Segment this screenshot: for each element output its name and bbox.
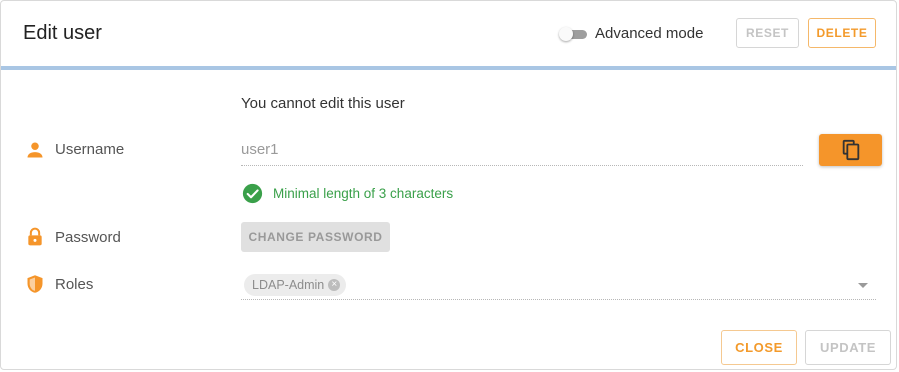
roles-dropdown-arrow-icon[interactable] <box>858 283 868 288</box>
change-password-button[interactable]: CHANGE PASSWORD <box>241 222 390 252</box>
role-chip-label: LDAP-Admin <box>252 278 325 292</box>
username-underline <box>241 164 803 166</box>
dialog-header: Edit user Advanced mode RESET DELETE <box>1 1 896 66</box>
roles-underline <box>241 298 876 300</box>
advanced-mode-toggle[interactable] <box>559 27 587 41</box>
close-button[interactable]: CLOSE <box>721 330 797 365</box>
roles-label: Roles <box>55 276 94 293</box>
username-input[interactable]: user1 <box>241 141 279 158</box>
check-circle-icon <box>242 183 263 204</box>
edit-user-dialog: Edit user Advanced mode RESET DELETE You… <box>0 0 897 370</box>
chip-remove-icon[interactable]: × <box>328 279 341 291</box>
delete-button[interactable]: DELETE <box>808 18 876 48</box>
password-label: Password <box>55 229 121 246</box>
header-divider <box>1 66 896 70</box>
update-button[interactable]: UPDATE <box>805 330 891 365</box>
role-chip[interactable]: LDAP-Admin × <box>244 274 347 296</box>
username-label: Username <box>55 141 125 158</box>
dialog-title: Edit user <box>23 22 102 44</box>
shield-icon <box>27 275 43 293</box>
copy-icon <box>842 139 859 161</box>
username-validation-message: Minimal length of 3 characters <box>273 186 454 201</box>
reset-button[interactable]: RESET <box>736 18 799 48</box>
person-icon <box>27 142 43 158</box>
cannot-edit-message: You cannot edit this user <box>241 95 405 112</box>
advanced-mode-label: Advanced mode <box>595 25 704 42</box>
toggle-knob <box>559 27 573 41</box>
copy-username-button[interactable] <box>819 134 882 166</box>
lock-icon <box>28 227 42 246</box>
